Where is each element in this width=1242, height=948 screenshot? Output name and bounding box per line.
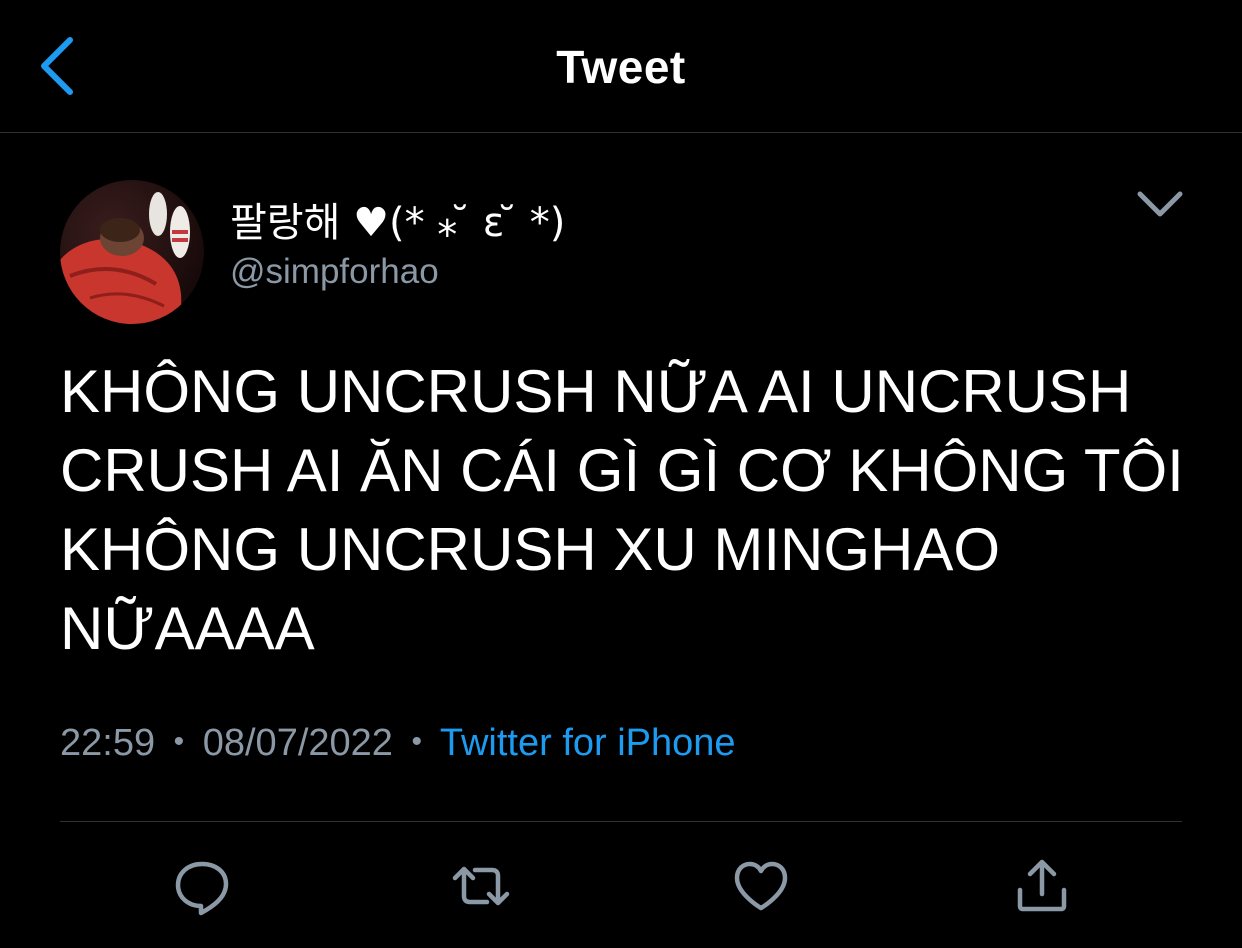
tweet-date: 08/07/2022 [202, 722, 393, 764]
author-handle[interactable]: @simpforhao [230, 252, 439, 292]
separator-dot: • [411, 725, 422, 758]
tweet-time: 22:59 [60, 722, 156, 764]
retweet-button[interactable] [451, 856, 511, 916]
author-display-name[interactable]: 팔랑해 ♥(* ⁎ ̆ ɛ ̆ *) [230, 190, 565, 248]
separator-dot: • [173, 725, 185, 758]
tweet-menu-button[interactable] [1134, 182, 1186, 226]
tweet-source-link[interactable]: Twitter for iPhone [440, 722, 736, 764]
avatar[interactable] [60, 180, 204, 324]
share-button[interactable] [1012, 856, 1072, 916]
reply-button[interactable] [172, 856, 232, 916]
share-icon [1017, 859, 1067, 912]
like-button[interactable] [731, 856, 791, 916]
top-navigation-bar: Tweet [0, 0, 1242, 133]
divider [60, 821, 1182, 822]
page-title: Tweet [556, 41, 686, 93]
comment-icon [175, 861, 229, 916]
avatar-image [60, 180, 204, 324]
heart-icon [734, 861, 788, 911]
tweet-text: KHÔNG UNCRUSH NỮA AI UNCRUSH CRUSH AI ĂN… [60, 358, 1184, 662]
retweet-icon [452, 866, 510, 906]
tweet-metadata: 22:59 • 08/07/2022 • Twitter for iPhone [60, 722, 736, 765]
chevron-down-icon [1137, 191, 1183, 217]
